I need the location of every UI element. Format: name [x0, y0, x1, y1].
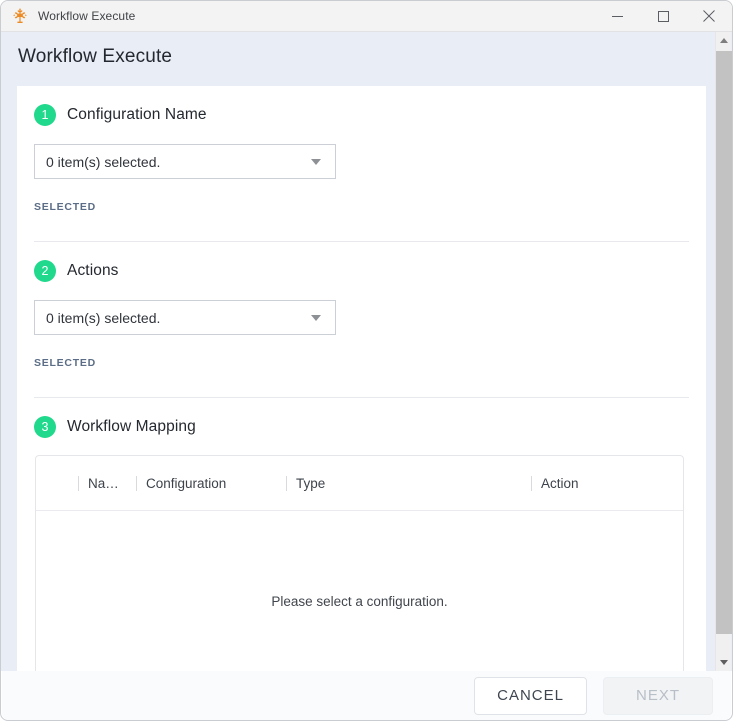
section-configuration-name: 1 Configuration Name 0 item(s) selected.… [34, 104, 689, 213]
cancel-button[interactable]: CANCEL [474, 677, 587, 715]
title-bar[interactable]: Workflow Execute [1, 1, 732, 32]
table-column-header[interactable]: Action [531, 456, 651, 510]
section-divider-1 [34, 241, 689, 242]
window-controls [594, 1, 732, 32]
content-card: 1 Configuration Name 0 item(s) selected.… [17, 86, 706, 671]
page-title: Workflow Execute [18, 46, 172, 68]
table-column-header[interactable]: Na… [78, 456, 136, 510]
section-title-configuration-name: Configuration Name [67, 106, 207, 124]
close-button[interactable] [686, 1, 732, 32]
section-title-workflow-mapping: Workflow Mapping [67, 418, 196, 436]
actions-select-value: 0 item(s) selected. [46, 310, 311, 326]
table-column-header[interactable]: Configuration [136, 456, 286, 510]
section-workflow-mapping: 3 Workflow Mapping [34, 416, 689, 438]
actions-selected-label: SELECTED [34, 357, 689, 369]
chevron-down-icon [311, 315, 321, 321]
table-empty-message: Please select a configuration. [36, 594, 683, 609]
app-window: Workflow Execute Workflow Execute 1 Conf… [0, 0, 733, 721]
table-header-row: Na… Configuration Type Action [36, 456, 683, 511]
vertical-scrollbar[interactable] [715, 32, 731, 671]
workflow-icon [12, 8, 28, 24]
section-actions: 2 Actions 0 item(s) selected. SELECTED [34, 260, 689, 369]
minimize-button[interactable] [594, 1, 640, 32]
configuration-name-select[interactable]: 0 item(s) selected. [34, 144, 336, 179]
section-divider-2 [34, 397, 689, 398]
dialog-footer: CANCEL NEXT [2, 671, 731, 720]
table-body: Please select a configuration. [36, 511, 683, 671]
table-column-header-label: Action [532, 476, 579, 491]
chevron-down-icon [311, 159, 321, 165]
section-header: 1 Configuration Name [34, 104, 689, 126]
section-header: 3 Workflow Mapping [34, 416, 689, 438]
step-badge-3: 3 [34, 416, 56, 438]
configuration-name-select-value: 0 item(s) selected. [46, 154, 311, 170]
maximize-button[interactable] [640, 1, 686, 32]
table-column-header-label: Na… [79, 476, 119, 491]
chevron-up-icon [720, 38, 728, 43]
table-column-header-label: Type [287, 476, 325, 491]
actions-select[interactable]: 0 item(s) selected. [34, 300, 336, 335]
scrollbar-thumb[interactable] [716, 51, 732, 634]
chevron-down-icon [720, 660, 728, 665]
section-title-actions: Actions [67, 262, 119, 280]
window-title: Workflow Execute [38, 9, 135, 23]
table-column-header-label: Configuration [137, 476, 226, 491]
step-badge-2: 2 [34, 260, 56, 282]
workflow-mapping-table: Na… Configuration Type Action Please select… [35, 455, 684, 671]
table-column-header[interactable]: Type [286, 456, 531, 510]
next-button[interactable]: NEXT [603, 677, 713, 715]
configuration-name-selected-label: SELECTED [34, 201, 689, 213]
section-header: 2 Actions [34, 260, 689, 282]
scrollbar-up-button[interactable] [716, 32, 732, 49]
step-badge-1: 1 [34, 104, 56, 126]
scrollbar-down-button[interactable] [716, 654, 732, 671]
